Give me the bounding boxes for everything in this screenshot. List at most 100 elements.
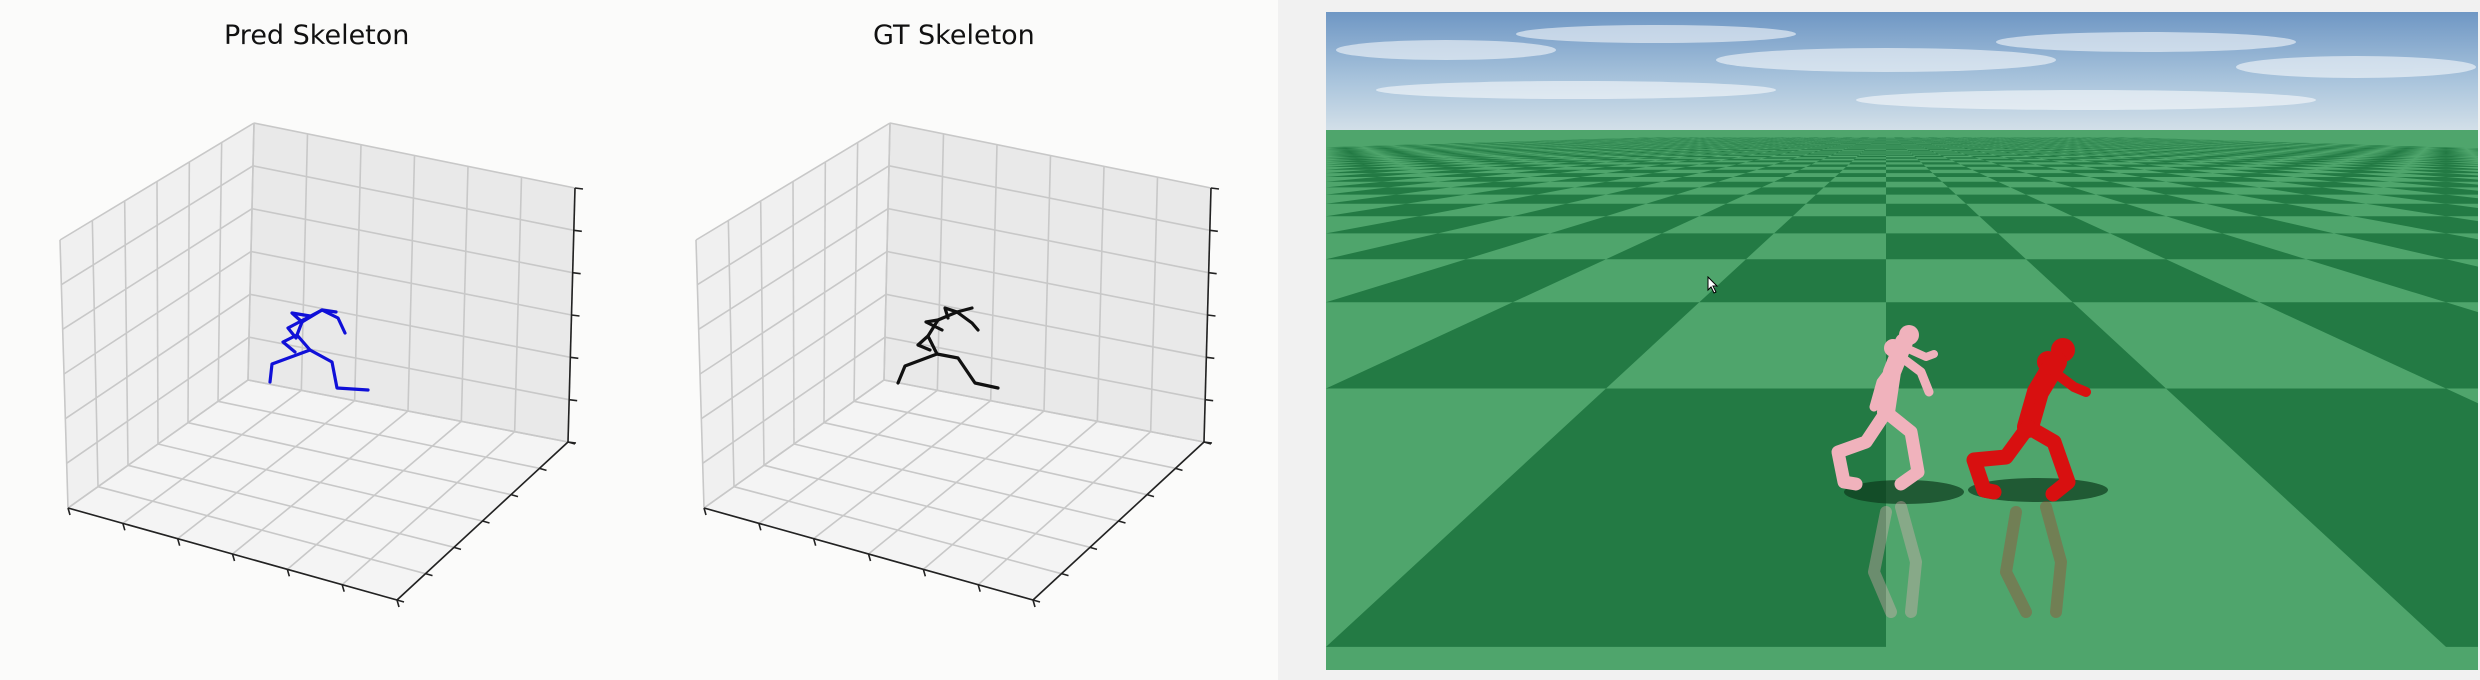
y-tick xyxy=(453,546,462,551)
floor-tile xyxy=(1973,146,1995,147)
floor-tile xyxy=(1848,162,1886,165)
y-tick xyxy=(425,572,433,577)
floor-tile xyxy=(1863,149,1886,151)
floor-tile xyxy=(1927,149,1951,150)
z-tick xyxy=(569,398,578,402)
floor-tile xyxy=(1968,145,1988,146)
floor-tile xyxy=(1930,150,1956,152)
floor-tile xyxy=(1886,177,1942,182)
floor-tile xyxy=(1851,145,1869,147)
floor-tile xyxy=(1938,146,1959,147)
y-tick xyxy=(1175,467,1183,472)
y-tick xyxy=(510,493,519,498)
floor-tile xyxy=(1774,216,1886,234)
floor-tile xyxy=(1848,146,1868,148)
floor-tile xyxy=(1906,148,1928,150)
floor-tile xyxy=(1787,158,1824,161)
floor-tile xyxy=(1767,145,1788,146)
floor-tile xyxy=(1856,155,1886,158)
floor-tile xyxy=(1811,146,1832,148)
z-tick xyxy=(1203,441,1213,444)
y-tick xyxy=(1146,493,1155,498)
floor-tile xyxy=(1886,146,1905,148)
floor-tile xyxy=(1853,158,1886,161)
z-tick xyxy=(1206,356,1215,360)
z-tick xyxy=(572,271,581,275)
floor-tile xyxy=(1902,145,1920,146)
floor-tile xyxy=(1886,145,1904,147)
floor-tile xyxy=(1903,146,1923,147)
z-tick xyxy=(574,187,584,190)
floor-tile xyxy=(1950,149,1976,151)
floor-tile xyxy=(1830,154,1860,156)
floor-tile xyxy=(1921,162,1961,165)
floor-tile xyxy=(1774,146,1796,148)
floor-tile xyxy=(1979,147,2002,148)
floor-tile xyxy=(1831,146,1851,147)
floor-tile xyxy=(1816,145,1836,147)
floor-tile xyxy=(1970,155,2004,158)
floor-tile xyxy=(1914,155,1945,158)
floor-tile xyxy=(1823,157,1857,159)
floor-tile xyxy=(1806,147,1829,149)
floor-tile xyxy=(1789,147,1812,148)
floor-tile xyxy=(1935,145,1954,146)
floor-tile xyxy=(1886,154,1914,156)
simulation-viewport[interactable] xyxy=(1326,12,2478,670)
pred-3d-axes xyxy=(59,122,584,608)
mouse-cursor-icon xyxy=(1707,276,1719,294)
floor-tile xyxy=(1774,177,1836,182)
floor-tile xyxy=(1806,194,1886,204)
floor-tile xyxy=(1781,145,1802,147)
floor-tile xyxy=(1932,173,1988,177)
floor-tile xyxy=(1774,162,1816,165)
floor-tile xyxy=(1797,155,1830,158)
floor-tile xyxy=(1859,153,1886,155)
floor-tile xyxy=(1792,169,1843,174)
floor-tile xyxy=(1818,149,1843,151)
floor-tile xyxy=(1975,150,2003,152)
floor-tile xyxy=(1806,153,1836,155)
floor-tile xyxy=(1861,151,1886,153)
floor-tile xyxy=(1953,145,1974,147)
floor-tile xyxy=(1813,151,1840,153)
floor-tile xyxy=(1865,148,1886,150)
floor-tile xyxy=(1946,148,1969,150)
floor-tile xyxy=(1922,146,1942,148)
floor-tile xyxy=(1782,148,1806,150)
z-tick xyxy=(1209,229,1218,233)
floor-tile xyxy=(1886,160,1921,163)
floor-tile xyxy=(1792,150,1819,152)
z-tick xyxy=(1210,187,1220,190)
floor-tile xyxy=(1926,166,1973,170)
floor-tile xyxy=(1886,157,1918,159)
floor-tile xyxy=(1886,169,1933,174)
z-tick xyxy=(1208,271,1217,275)
floor-tile xyxy=(1969,149,1994,150)
floor-tile xyxy=(1799,149,1824,150)
floor-tile xyxy=(1806,164,1849,167)
floor-tile xyxy=(1842,166,1886,170)
floor-tile xyxy=(1866,147,1886,148)
floor-tile xyxy=(1784,152,1813,154)
floor-tile xyxy=(1869,145,1886,146)
floor-tile xyxy=(1801,145,1821,146)
floor-tile xyxy=(1774,149,1800,151)
floor-tile xyxy=(1934,152,1963,154)
floor-tile xyxy=(1911,153,1940,155)
z-tick xyxy=(1205,398,1214,402)
floor-tile xyxy=(1823,181,1886,188)
floor-tile xyxy=(1886,152,1912,154)
floor-tile xyxy=(1963,147,1986,149)
floor-tile xyxy=(1944,157,1980,159)
floor-tile xyxy=(1886,150,1910,152)
floor-tile xyxy=(1764,151,1793,153)
floor-tile xyxy=(1766,147,1790,149)
floor-tile xyxy=(1839,150,1864,152)
floor-tile xyxy=(1886,187,1956,195)
z-tick xyxy=(1207,314,1216,317)
floor-tile xyxy=(1919,145,1939,147)
floor-tile xyxy=(1828,147,1849,148)
floor-tile xyxy=(1951,160,1991,163)
floor-tile xyxy=(1835,173,1886,177)
